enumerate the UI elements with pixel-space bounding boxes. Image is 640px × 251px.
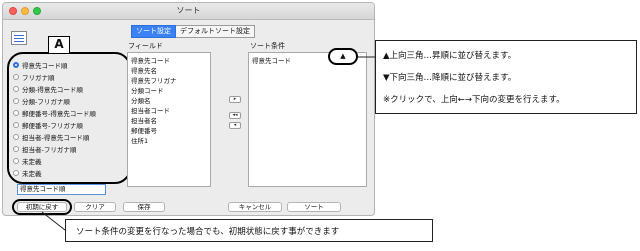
list-item[interactable]: 得意先コード [252, 55, 291, 65]
radio-button[interactable] [13, 122, 19, 128]
list-item[interactable]: 郵便番号 [131, 125, 157, 135]
sort-preset-option[interactable]: 未定義 [13, 156, 42, 166]
sort-preset-option[interactable]: 分類-得意先コード順 [13, 84, 83, 94]
sort-preset-label: 担当者-得意先コード順 [22, 134, 90, 142]
sort-preset-option[interactable]: 郵便番号-フリガナ順 [13, 120, 83, 130]
sort-preset-label: 未定義 [22, 170, 42, 178]
sort-preset-option[interactable]: 分類-フリガナ順 [13, 96, 70, 106]
radio-button[interactable] [13, 110, 19, 116]
radio-button[interactable] [13, 62, 19, 68]
radio-button[interactable] [13, 134, 19, 140]
sort-list-icon [11, 31, 27, 45]
radio-button[interactable] [13, 170, 19, 176]
list-item[interactable]: 得意先コード [131, 55, 170, 65]
sort-preset-option[interactable]: 未定義 [13, 168, 42, 178]
radio-button[interactable] [13, 86, 19, 92]
list-item[interactable]: 分類コード [131, 85, 164, 95]
sort-name-field[interactable]: 得意先コード順 [17, 184, 106, 195]
reset-callout: ソート条件の変更を行なった場合でも、初期状態に戻す事ができます [65, 219, 433, 242]
sort-preset-label: 担当者-フリガナ順 [22, 146, 77, 154]
list-item[interactable]: 得意先名 [131, 65, 157, 75]
sort-preset-label: 郵便番号-フリガナ順 [22, 122, 83, 130]
callout-reset-text: ソート条件の変更を行なった場合でも、初期状態に戻す事ができます [76, 227, 340, 237]
sort-preset-option[interactable]: フリガナ順 [13, 72, 55, 82]
cancel-button[interactable]: キャンセル [228, 202, 282, 212]
sort-preset-option[interactable]: 郵便番号-得意先コード順 [13, 108, 96, 118]
sort-preset-label: 分類-フリガナ順 [22, 98, 70, 106]
condition-list-label: ソート条件 [250, 42, 285, 50]
list-item[interactable]: 担当者コード [131, 105, 170, 115]
tab-default-sort-settings[interactable]: デフォルトソート設定 [176, 25, 255, 38]
radio-button[interactable] [13, 158, 19, 164]
sort-direction-callout: ▲上向三角…昇順に並び替えます。 ▼下向三角…降順に並び替えます。 ※クリックで… [375, 40, 637, 114]
tab-bar: ソート設定 デフォルトソート設定 [131, 25, 255, 38]
list-item[interactable]: 得意先フリガナ [131, 75, 177, 85]
radio-button[interactable] [13, 146, 19, 152]
list-item[interactable]: 住所1 [131, 135, 148, 145]
sort-preset-label: フリガナ順 [22, 74, 55, 82]
sort-preset-option[interactable]: 担当者-得意先コード順 [13, 132, 89, 142]
sort-preset-label: 得意先コード順 [22, 62, 68, 70]
callout-toggle-text: ※クリックで、上向←→下向の変更を行えます。 [383, 95, 565, 105]
sort-preset-group: 得意先コード順 フリガナ順分類-得意先コード順 分類-フリガナ順郵便番号-得意先コー… [7, 52, 131, 184]
remove-field-button[interactable]: ◂ [229, 122, 241, 129]
list-item[interactable]: 分類名 [131, 95, 151, 105]
list-item[interactable]: 担当者名 [131, 115, 157, 125]
callout-ascending-text: ▲上向三角…昇順に並び替えます。 [383, 51, 517, 61]
title-bar: ソート [3, 3, 374, 20]
radio-button[interactable] [13, 74, 19, 80]
tab-sort-settings[interactable]: ソート設定 [131, 25, 176, 38]
condition-list[interactable]: 得意先コード [248, 52, 367, 187]
save-button[interactable]: 保存 [123, 202, 165, 212]
add-field-button[interactable]: ▸ [229, 96, 241, 103]
sort-direction-toggle[interactable]: ▲ [328, 48, 358, 65]
sort-preset-option[interactable]: 担当者-フリガナ順 [13, 144, 76, 154]
field-list[interactable]: 得意先コード 得意先名 得意先フリガナ 分類コード 分類名 担当者コード 担当者名 郵便番号住… [127, 52, 211, 187]
field-list-label: フィールド [128, 42, 163, 50]
sort-preset-option[interactable]: 得意先コード順 [13, 60, 68, 70]
radio-button[interactable] [13, 98, 19, 104]
sort-preset-label: 分類-得意先コード順 [22, 86, 83, 94]
remove-all-button[interactable]: ◂◂ [229, 112, 241, 119]
clear-button[interactable]: クリア [74, 202, 116, 212]
sort-preset-label: 未定義 [22, 158, 42, 166]
reset-button-highlight [12, 199, 72, 215]
window-title: ソート [176, 6, 201, 15]
sort-preset-label: 郵便番号-得意先コード順 [22, 110, 96, 118]
callout-badge: A [48, 36, 70, 54]
sort-button[interactable]: ソート [287, 202, 341, 212]
callout-descending-text: ▼下向三角…降順に並び替えます。 [383, 73, 517, 83]
